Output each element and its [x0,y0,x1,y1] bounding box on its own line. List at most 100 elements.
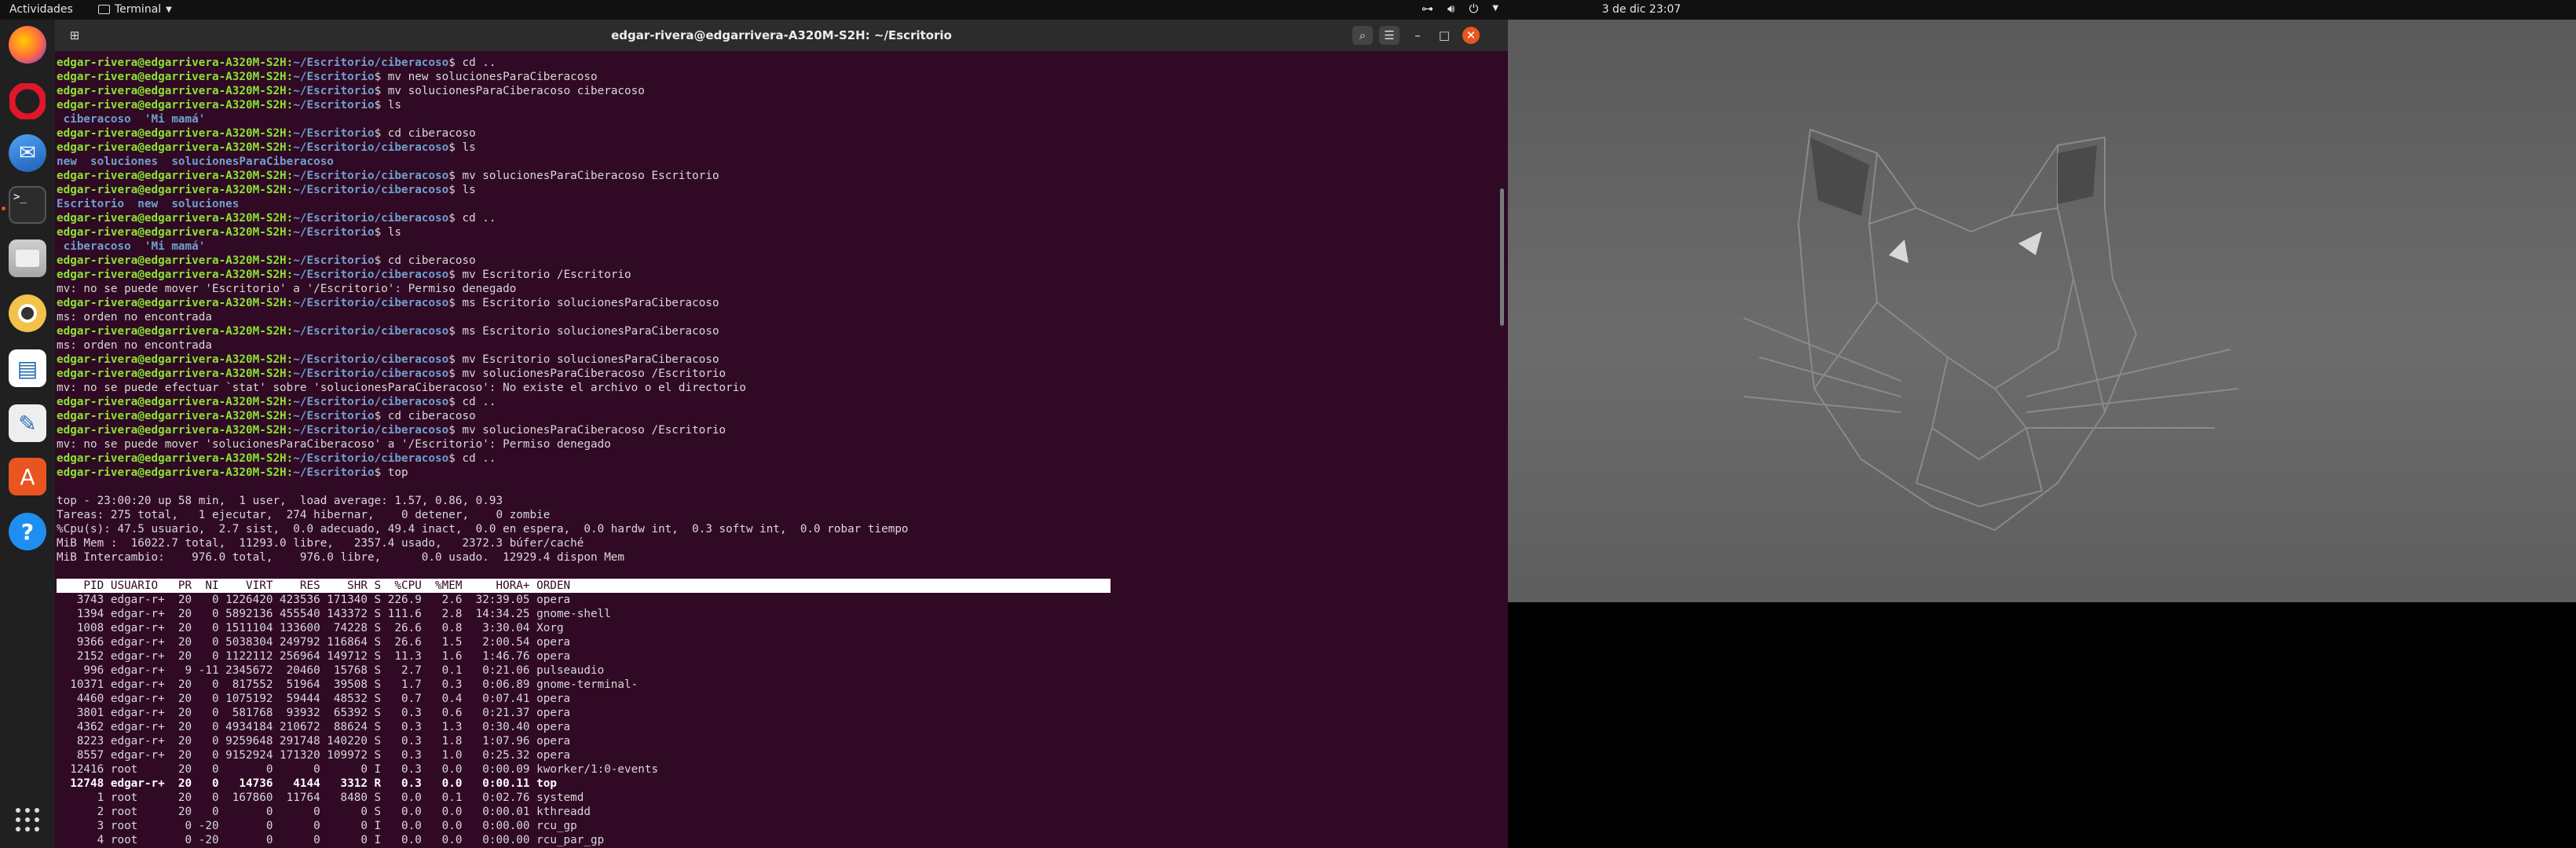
terminal-line: ciberacoso 'Mi mamá' [57,239,1486,254]
process-row: 8557 edgar-r+ 20 0 9152924 171320 109972… [57,749,571,762]
app-menu-button[interactable]: Terminal ▼ [98,3,172,16]
maximize-button[interactable]: □ [1434,26,1454,45]
terminal-line: edgar-rivera@edgarrivera-A320M-S2H:~/Esc… [57,70,1486,84]
scrollbar[interactable] [1500,188,1504,326]
rhythmbox-icon[interactable] [9,294,46,332]
prompt-user: edgar-rivera@edgarrivera-A320M-S2H: [57,170,294,182]
help-icon[interactable]: ? [9,513,46,550]
prompt-user: edgar-rivera@edgarrivera-A320M-S2H: [57,71,294,83]
volume-icon: 🔊︎ [1447,2,1455,16]
process-row: 2 root 20 0 0 0 0 S 0.0 0.0 0:00.01 kthr… [57,806,591,818]
process-row: 4460 edgar-r+ 20 0 1075192 59444 48532 S… [57,693,571,705]
terminal-window[interactable]: ⊞ edgar-rivera@edgarrivera-A320M-S2H: ~/… [55,20,1508,848]
search-icon: ⌕ [1359,28,1367,42]
prompt-user: edgar-rivera@edgarrivera-A320M-S2H: [57,184,294,196]
firefox-icon[interactable] [9,26,46,64]
clock[interactable]: 3 de dic 23:07 [1563,3,1720,16]
terminal-icon[interactable]: >_ [9,186,46,224]
prompt-path: ~/Escritorio [293,226,375,239]
software-icon[interactable]: A [9,458,46,495]
show-applications-icon[interactable] [9,801,46,839]
process-row: 1008 edgar-r+ 20 0 1511104 133600 74228 … [57,622,564,634]
system-tray[interactable]: ⊶ 🔊︎ ⏻ ▼ [1422,2,1498,16]
process-row: 1 root 20 0 167860 11764 8480 S 0.0 0.1 … [57,791,584,804]
network-icon: ⊶ [1422,2,1433,16]
command-text: $ top [374,466,408,479]
files-icon[interactable] [9,239,46,277]
process-row: 3743 edgar-r+ 20 0 1226420 423536 171340… [57,594,571,606]
prompt-user: edgar-rivera@edgarrivera-A320M-S2H: [57,57,294,69]
terminal-output[interactable]: edgar-rivera@edgarrivera-A320M-S2H:~/Esc… [57,56,1486,848]
writer-icon[interactable]: ▤ [9,349,46,387]
top-summary-line: top - 23:00:20 up 58 min, 1 user, load a… [57,495,503,507]
output-text: new soluciones solucionesParaCiberacoso [57,155,334,168]
terminal-line: edgar-rivera@edgarrivera-A320M-S2H:~/Esc… [57,451,1486,466]
prompt-path: ~/Escritorio/ciberacoso [293,269,449,281]
terminal-line: mv: no se puede mover 'Escritorio' a '/E… [57,282,1486,296]
command-text: $ mv solucionesParaCiberacoso Escritorio [448,170,719,182]
prompt-user: edgar-rivera@edgarrivera-A320M-S2H: [57,254,294,267]
command-text: $ cd .. [448,396,496,408]
terminal-line: edgar-rivera@edgarrivera-A320M-S2H:~/Esc… [57,353,1486,367]
prompt-path: ~/Escritorio [293,466,375,479]
command-text: $ ls [448,141,476,154]
terminal-line: edgar-rivera@edgarrivera-A320M-S2H:~/Esc… [57,395,1486,409]
command-text: $ cd .. [448,57,496,69]
minimize-button[interactable]: – [1407,26,1428,45]
chevron-down-icon: ▼ [166,5,172,14]
command-text: $ ls [374,99,401,111]
process-row: 8223 edgar-r+ 20 0 9259648 291748 140220… [57,735,571,747]
terminal-line: ms: orden no encontrada [57,338,1486,353]
chevron-down-icon: ▼ [1492,4,1499,13]
top-summary-line: Tareas: 275 total, 1 ejecutar, 274 hiber… [57,509,551,521]
prompt-path: ~/Escritorio/ciberacoso [293,367,449,380]
command-text: $ mv solucionesParaCiberacoso /Escritori… [448,367,726,380]
terminal-line: edgar-rivera@edgarrivera-A320M-S2H:~/Esc… [57,423,1486,437]
opera-icon[interactable] [9,82,46,120]
menu-button[interactable]: ☰ [1379,26,1400,45]
prompt-user: edgar-rivera@edgarrivera-A320M-S2H: [57,410,294,422]
prompt-path: ~/Escritorio/ciberacoso [293,184,449,196]
active-indicator [2,207,5,210]
close-button[interactable]: ✕ [1462,27,1480,44]
prompt-user: edgar-rivera@edgarrivera-A320M-S2H: [57,466,294,479]
prompt-path: ~/Escritorio/ciberacoso [293,353,449,366]
prompt-path: ~/Escritorio/ciberacoso [293,141,449,154]
terminal-line: edgar-rivera@edgarrivera-A320M-S2H:~/Esc… [57,466,1486,480]
prompt-path: ~/Escritorio/ciberacoso [293,57,449,69]
terminal-line: edgar-rivera@edgarrivera-A320M-S2H:~/Esc… [57,225,1486,239]
dock: ✉ >_ ▤ ✎ A ? [0,20,55,848]
process-row: 10371 edgar-r+ 20 0 817552 51964 39508 S… [57,678,639,691]
command-text: $ mv solucionesParaCiberacoso /Escritori… [448,424,726,437]
prompt-path: ~/Escritorio/ciberacoso [293,424,449,437]
empty-desktop-area [1508,602,2576,848]
process-row: 9366 edgar-r+ 20 0 5038304 249792 116864… [57,636,571,649]
cat-outline-art [1743,128,2239,532]
prompt-user: edgar-rivera@edgarrivera-A320M-S2H: [57,353,294,366]
prompt-user: edgar-rivera@edgarrivera-A320M-S2H: [57,127,294,140]
prompt-user: edgar-rivera@edgarrivera-A320M-S2H: [57,141,294,154]
prompt-path: ~/Escritorio/ciberacoso [293,297,449,309]
process-row: 3 root 0 -20 0 0 0 I 0.0 0.0 0:00.00 rcu… [57,820,577,832]
window-title: edgar-rivera@edgarrivera-A320M-S2H: ~/Es… [611,28,952,42]
power-icon: ⏻ [1469,2,1479,16]
command-text: $ ls [448,184,476,196]
terminal-headerbar[interactable]: ⊞ edgar-rivera@edgarrivera-A320M-S2H: ~/… [55,20,1508,51]
activities-button[interactable]: Actividades [9,3,73,16]
command-text: $ mv Escritorio solucionesParaCiberacoso [448,353,719,366]
top-summary-line: MiB Intercambio: 976.0 total, 976.0 libr… [57,551,625,564]
thunderbird-icon[interactable]: ✉ [9,134,46,172]
search-button[interactable]: ⌕ [1352,26,1373,45]
prompt-path: ~/Escritorio [293,99,375,111]
prompt-user: edgar-rivera@edgarrivera-A320M-S2H: [57,424,294,437]
prompt-path: ~/Escritorio [293,85,375,97]
terminal-line: edgar-rivera@edgarrivera-A320M-S2H:~/Esc… [57,183,1486,197]
process-row: 3801 edgar-r+ 20 0 581768 93932 65392 S … [57,707,571,719]
command-text: $ cd ciberacoso [374,127,476,140]
prompt-user: edgar-rivera@edgarrivera-A320M-S2H: [57,325,294,338]
output-text: mv: no se puede mover 'solucionesParaCib… [57,438,611,451]
prompt-user: edgar-rivera@edgarrivera-A320M-S2H: [57,452,294,465]
text-editor-icon[interactable]: ✎ [9,404,46,442]
process-row: 12748 edgar-r+ 20 0 14736 4144 3312 R 0.… [57,777,557,790]
command-text: $ ms Escritorio solucionesParaCiberacoso [448,325,719,338]
